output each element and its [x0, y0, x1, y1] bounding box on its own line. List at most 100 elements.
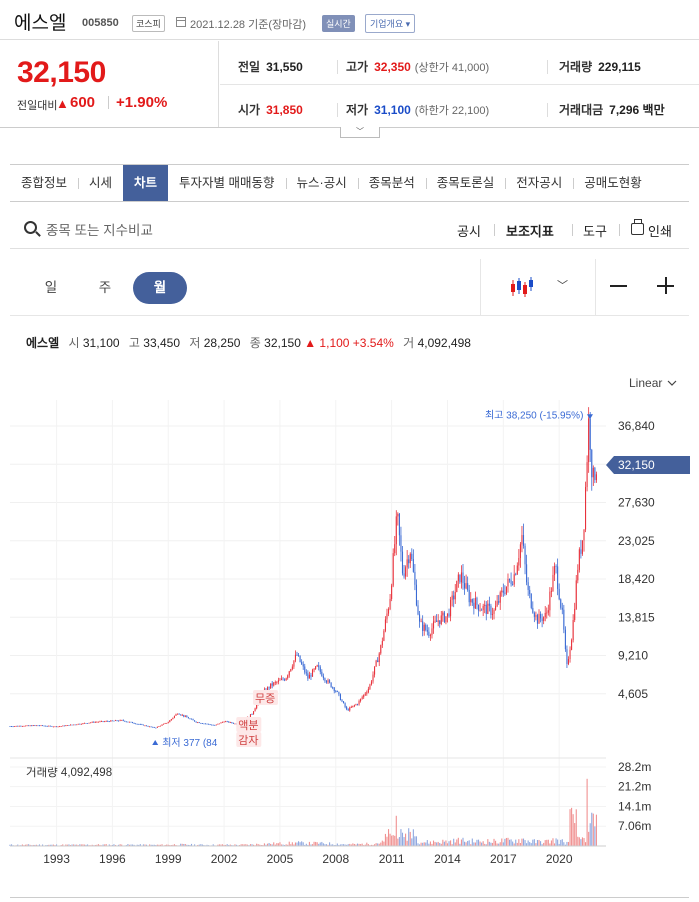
period-day-button[interactable]: 일 [24, 272, 78, 304]
indicators-button[interactable]: 보조지표 [506, 221, 554, 240]
volume-bar [536, 840, 539, 846]
volume-bar [315, 841, 317, 846]
candle-body [232, 723, 234, 724]
candle-body [527, 582, 529, 590]
compare-search-input[interactable] [46, 220, 246, 240]
volume-bar [406, 840, 408, 846]
volume-bar [329, 842, 331, 846]
company-overview-button[interactable]: 기업개요 ▾ [365, 14, 416, 33]
x-tick-label: 2011 [379, 852, 405, 866]
candle-body [443, 612, 445, 623]
x-tick-label: 1999 [155, 852, 182, 866]
volume-bar [299, 842, 301, 846]
candlestick-chart-icon[interactable] [510, 276, 536, 298]
search-icon[interactable] [24, 221, 37, 234]
candle-body [76, 724, 78, 726]
expand-chevron-icon[interactable]: ﹀ [340, 127, 380, 138]
candle-body [313, 669, 315, 670]
candle-body [321, 671, 323, 677]
candle-body [52, 726, 54, 728]
volume-bar [432, 840, 435, 846]
volume-bar [434, 841, 436, 846]
candle-body [217, 723, 219, 725]
volume-bar [493, 838, 495, 846]
volume-bar [288, 841, 290, 846]
zoom-out-icon[interactable] [610, 285, 627, 287]
candle-body [490, 605, 492, 615]
candle-body [567, 659, 570, 665]
candle-body [346, 707, 348, 710]
candle-body [161, 724, 163, 726]
tab-1[interactable]: 종합정보 [10, 165, 78, 201]
volume-bar [454, 842, 456, 846]
tab-3[interactable]: 차트 [123, 165, 169, 201]
period-month-button[interactable]: 월 [133, 272, 187, 304]
candle-body [59, 726, 61, 728]
stat-label: 전일 [238, 60, 261, 74]
candle-body [591, 449, 593, 478]
candle-body [271, 683, 273, 686]
candle-body [87, 723, 89, 724]
volume-bar [532, 839, 534, 846]
tab-2[interactable]: 시세 [78, 165, 123, 201]
candle-body [383, 630, 385, 641]
tab-6[interactable]: 종목분석 [357, 165, 426, 201]
candle-body [586, 462, 588, 487]
candle-body [214, 725, 216, 726]
event-label: 무증 [255, 693, 275, 705]
candle-body [412, 559, 414, 572]
candle-body [481, 609, 483, 611]
volume-bar [457, 837, 459, 846]
disclosure-button[interactable]: 공시 [457, 221, 481, 240]
tab-9[interactable]: 공매도현황 [573, 165, 653, 201]
candle-body [372, 674, 374, 682]
candle-body [28, 725, 30, 727]
stat-open: 시가 31,850 [238, 101, 303, 118]
ohlc-low: 28,250 [203, 336, 241, 350]
candle-body [186, 715, 188, 718]
candle-body [142, 724, 144, 726]
volume-bar [572, 814, 574, 846]
candle-body [270, 683, 272, 689]
print-button[interactable]: 인쇄 [648, 221, 672, 240]
printer-icon[interactable] [631, 219, 644, 235]
zoom-in-icon[interactable] [657, 277, 674, 294]
tab-8[interactable]: 전자공시 [505, 165, 573, 201]
candle-body [530, 594, 532, 608]
tab-4[interactable]: 투자자별 매매동향 [168, 165, 285, 201]
price-chart[interactable]: Linear 36,840 27,630 23,025 18,420 13,815 9,21… [0, 360, 699, 890]
candle-body [518, 558, 520, 566]
candle-body [97, 721, 99, 723]
volume-bar [589, 823, 591, 846]
candle-body [156, 726, 158, 728]
candle-body [353, 705, 355, 707]
candle-body [397, 513, 399, 517]
candle-body [164, 723, 166, 724]
candle-body [54, 726, 56, 728]
chevron-down-icon[interactable]: ﹀ [557, 277, 568, 293]
x-tick-label: 1993 [43, 852, 70, 866]
volume-bar [437, 841, 439, 846]
volume-bar [426, 840, 428, 846]
candle-body [155, 727, 157, 729]
volume-tick-label: 21.2m [618, 780, 651, 794]
tools-button[interactable]: 도구 [583, 221, 607, 240]
candle-body [14, 726, 16, 727]
tab-7[interactable]: 종목토론실 [425, 165, 506, 201]
candle-body [284, 679, 286, 681]
candle-body [290, 669, 292, 672]
volume-bar [366, 842, 368, 846]
volume-bar [552, 838, 554, 846]
candle-body [181, 714, 183, 716]
tab-5[interactable]: 뉴스·공시 [285, 165, 358, 201]
candle-body [585, 486, 587, 530]
candle-body [336, 691, 338, 692]
volume-bar [574, 823, 576, 846]
x-tick-label: 2014 [434, 852, 461, 866]
volume-bar [518, 839, 520, 846]
candle-body [159, 725, 162, 727]
candle-body [549, 591, 551, 611]
price-stats: 전일 31,550 고가 32,350 (상한가 41,000) 거래량 229,115… [220, 41, 699, 128]
stat-value: 229,115 [598, 60, 641, 74]
period-week-button[interactable]: 주 [78, 272, 132, 304]
